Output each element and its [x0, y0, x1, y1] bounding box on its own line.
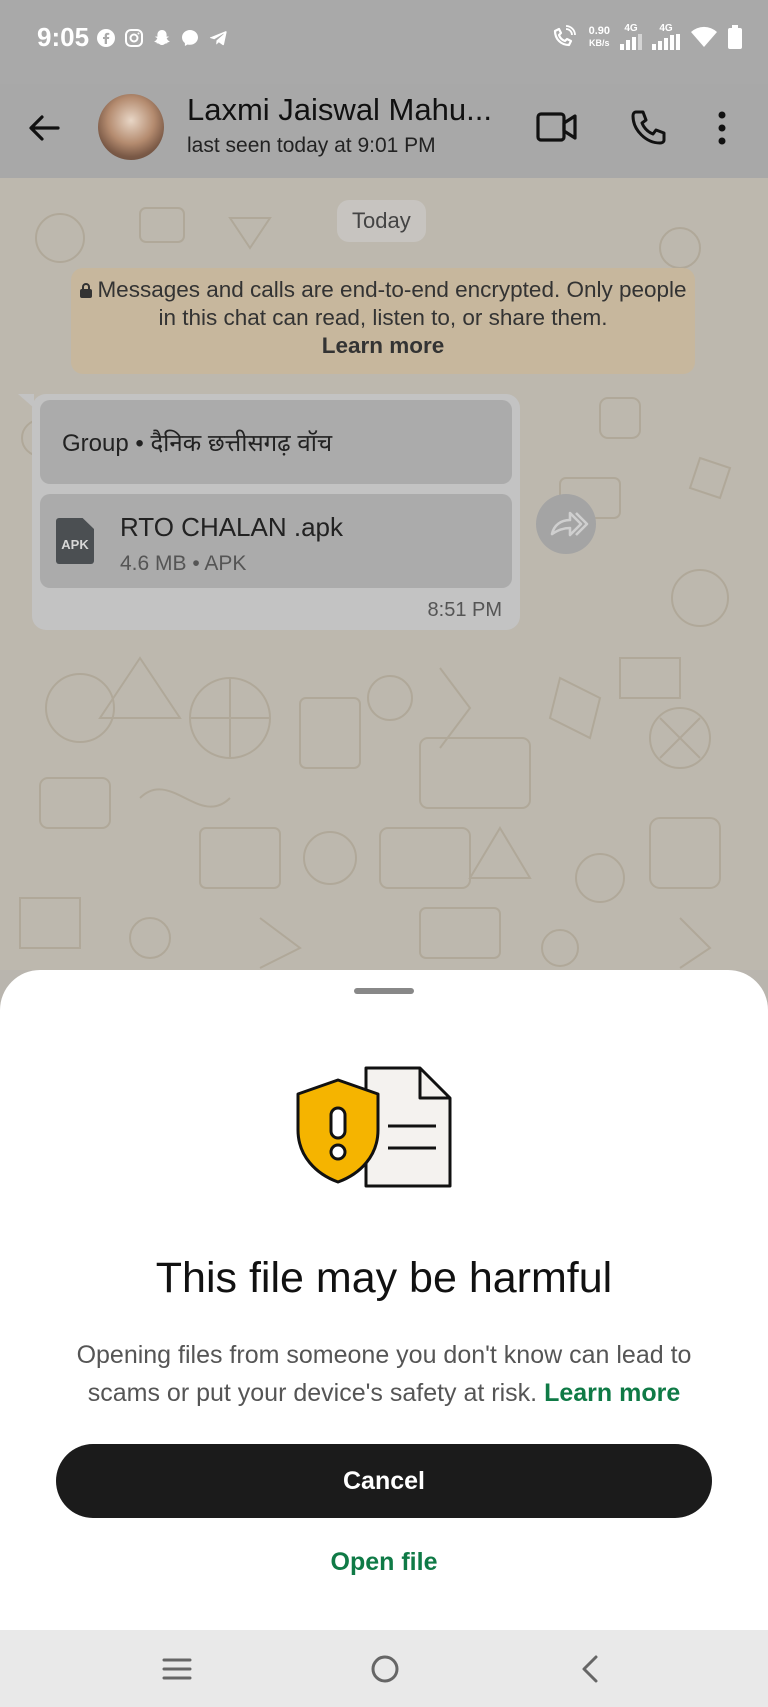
group-label: Group • दैनिक छत्तीसगढ़ वॉच: [62, 430, 333, 457]
sheet-description: Opening files from someone you don't kno…: [40, 1336, 728, 1412]
voice-call-icon[interactable]: [630, 108, 668, 146]
file-name: RTO CHALAN .apk: [120, 512, 344, 542]
avatar[interactable]: [98, 94, 164, 160]
lock-icon: [80, 283, 93, 298]
last-seen-status: last seen today at 9:01 PM: [187, 134, 436, 157]
signal-bars-icon: [620, 34, 642, 50]
snapchat-icon: [154, 30, 170, 45]
apk-file-icon: APK: [56, 518, 94, 564]
warning-shield-document-icon: [296, 1066, 452, 1188]
open-file-button[interactable]: Open file: [0, 1548, 768, 1577]
network-speed-value: 0.90: [588, 25, 610, 37]
forward-icon: [550, 511, 589, 537]
signal-1: 4G: [620, 24, 642, 50]
message-bubble[interactable]: Group • दैनिक छत्तीसगढ़ वॉच APK RTO CHAL…: [32, 394, 520, 630]
forward-button[interactable]: [536, 494, 596, 554]
encryption-text: Messages and calls are end-to-end encryp…: [97, 277, 687, 330]
forwarded-from-group[interactable]: Group • दैनिक छत्तीसगढ़ वॉच: [40, 400, 512, 484]
message-time: 8:51 PM: [427, 599, 502, 621]
signal-2: 4G: [652, 24, 680, 50]
status-time: 9:05: [37, 22, 90, 52]
sheet-title: This file may be harmful: [155, 1254, 613, 1302]
encryption-notice[interactable]: Messages and calls are end-to-end encryp…: [71, 268, 695, 374]
nav-back-icon[interactable]: [580, 1654, 600, 1684]
wifi-icon: [691, 26, 717, 47]
wifi-calling-icon: [553, 25, 576, 47]
video-call-icon[interactable]: [536, 110, 578, 144]
battery-icon: [728, 25, 742, 49]
network-speed: 0.90 KB/s: [589, 25, 610, 49]
network-type-1: 4G: [624, 23, 638, 34]
notification-icons: [96, 28, 228, 48]
signal-bars-icon: [652, 34, 680, 50]
network-type-2: 4G: [659, 23, 673, 34]
facebook-icon: [97, 29, 115, 47]
recent-apps-icon[interactable]: [162, 1656, 192, 1682]
contact-name[interactable]: Laxmi Jaiswal Mahu...: [187, 92, 492, 128]
cancel-button[interactable]: Cancel: [56, 1444, 712, 1518]
home-icon[interactable]: [370, 1654, 400, 1684]
chat-header: Laxmi Jaiswal Mahu... last seen today at…: [0, 84, 768, 178]
back-arrow-icon[interactable]: [26, 110, 62, 146]
date-chip: Today: [337, 200, 426, 242]
status-bar: 9:05 0.90 KB/s 4G 4G: [0, 0, 768, 84]
file-attachment[interactable]: APK RTO CHALAN .apk 4.6 MB • APK: [40, 494, 512, 588]
encryption-learn-more-link[interactable]: Learn more: [322, 333, 445, 358]
sheet-learn-more-link[interactable]: Learn more: [544, 1379, 680, 1407]
harmful-file-bottom-sheet: This file may be harmful Opening files f…: [0, 970, 768, 1630]
drag-handle[interactable]: [354, 988, 414, 994]
chat-area[interactable]: Today Messages and calls are end-to-end …: [0, 178, 768, 970]
system-navigation-bar: [0, 1630, 768, 1707]
more-options-icon[interactable]: [716, 110, 728, 146]
instagram-icon: [125, 29, 143, 47]
file-meta: 4.6 MB • APK: [120, 552, 247, 575]
telegram-icon: [209, 31, 227, 46]
system-indicators: 0.90 KB/s 4G 4G: [551, 24, 742, 50]
network-speed-unit: KB/s: [589, 38, 610, 48]
messenger-icon: [182, 30, 198, 46]
